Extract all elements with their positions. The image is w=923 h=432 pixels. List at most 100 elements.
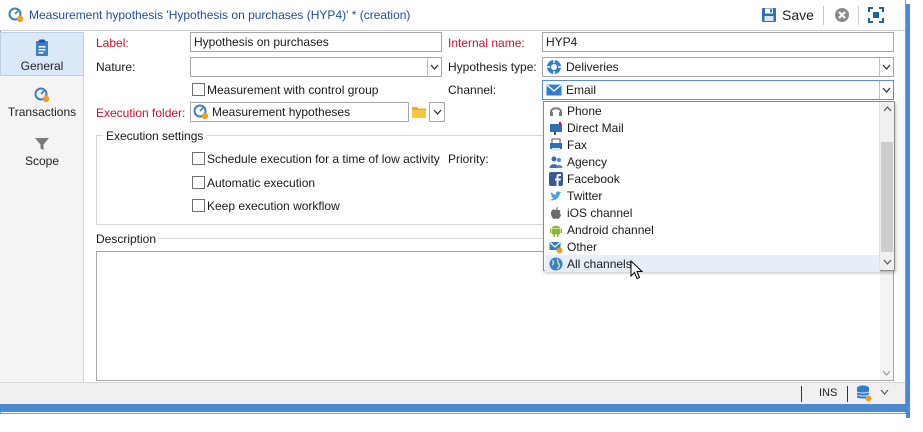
control-group-checkbox[interactable]	[192, 83, 205, 96]
channel-option-label: iOS channel	[567, 205, 633, 220]
internal-name-value: HYP4	[546, 35, 578, 49]
clipboard-icon	[36, 39, 48, 56]
description-scrollbar[interactable]	[880, 252, 893, 380]
phone-icon	[547, 102, 564, 119]
keep-workflow-checkbox[interactable]	[192, 199, 205, 212]
status-bar: INS	[0, 382, 905, 404]
fax-icon	[547, 136, 564, 153]
channel-option-fax[interactable]: Fax	[545, 136, 880, 153]
hypothesis-type-value: Deliveries	[566, 60, 619, 74]
toolbar-separator	[858, 6, 859, 25]
sidebar: General Transactions Scope	[0, 32, 84, 382]
chevron-down-icon[interactable]	[879, 58, 893, 76]
folder-dropdown-button[interactable]	[429, 102, 445, 122]
automatic-execution-label: Automatic execution	[207, 176, 316, 190]
twitter-icon	[547, 187, 564, 204]
tab-scope-label: Scope	[24, 154, 60, 168]
measurement-hypothesis-icon	[8, 7, 24, 23]
control-group-label: Measurement with control group	[207, 83, 379, 97]
title-bar: Measurement hypothesis 'Hypothesis on pu…	[0, 0, 905, 31]
internal-name-caption: Internal name:	[448, 36, 525, 50]
save-label: Save	[782, 7, 814, 23]
direct-mail-icon	[547, 119, 564, 136]
channel-caption: Channel:	[448, 83, 497, 97]
scroll-down-icon[interactable]	[880, 389, 889, 395]
channel-option-label: Phone	[567, 103, 602, 118]
dropdown-scrollbar[interactable]	[879, 102, 894, 270]
chevron-down-icon	[430, 103, 444, 121]
execution-folder-field[interactable]: Measurement hypotheses	[190, 102, 409, 122]
schedule-low-activity-checkbox[interactable]	[192, 152, 205, 165]
automatic-execution-checkbox[interactable]	[192, 176, 205, 189]
maximize-icon[interactable]	[868, 7, 884, 23]
gauge-icon	[34, 87, 50, 103]
keep-workflow-label: Keep execution workflow	[207, 199, 340, 213]
channel-option-phone[interactable]: Phone	[545, 102, 880, 119]
tab-scope[interactable]: Scope	[0, 130, 84, 174]
deliveries-icon	[547, 60, 561, 74]
scroll-down-icon[interactable]	[882, 370, 891, 376]
tab-general[interactable]: General	[0, 32, 84, 76]
status-separator	[847, 386, 848, 402]
window-frame-bottom	[0, 404, 910, 412]
facebook-icon	[547, 170, 564, 187]
chevron-up-icon[interactable]	[883, 106, 892, 112]
nature-select[interactable]	[190, 57, 442, 77]
channel-option-label: Twitter	[567, 188, 603, 203]
save-button[interactable]: Save	[761, 5, 814, 25]
description-caption: Description	[96, 232, 157, 246]
channel-option-ios[interactable]: iOS channel	[545, 204, 880, 221]
channel-option-twitter[interactable]: Twitter	[545, 187, 880, 204]
channel-option-label: Android channel	[567, 222, 654, 237]
channel-option-label: Fax	[567, 137, 588, 152]
filter-icon	[35, 138, 49, 150]
label-value: Hypothesis on purchases	[194, 35, 329, 49]
chevron-down-icon[interactable]	[879, 81, 893, 99]
nature-caption: Nature:	[96, 60, 136, 74]
channel-option-label: Facebook	[567, 171, 620, 186]
channel-option-android[interactable]: Android channel	[545, 221, 880, 238]
channel-option-agency[interactable]: Agency	[545, 153, 880, 170]
channel-option-facebook[interactable]: Facebook	[545, 170, 880, 187]
window-frame-right	[906, 4, 910, 418]
label-field[interactable]: Hypothesis on purchases	[190, 32, 442, 52]
channel-option-label: All channels	[567, 256, 632, 271]
folder-icon[interactable]	[411, 105, 427, 119]
execution-settings-title: Execution settings	[103, 129, 207, 143]
description-divider	[158, 238, 546, 239]
schedule-low-activity-label: Schedule execution for a time of low act…	[207, 152, 440, 166]
database-icon[interactable]	[856, 385, 872, 402]
chevron-down-icon[interactable]	[883, 259, 892, 265]
channel-select[interactable]: Email	[542, 80, 894, 100]
channel-option-label: Other	[567, 239, 598, 254]
hypothesis-type-select[interactable]: Deliveries	[542, 57, 894, 77]
channel-dropdown-list: Phone Direct Mail Fax Agency Facebook Tw…	[543, 101, 895, 272]
window-title: Measurement hypothesis 'Hypothesis on pu…	[29, 8, 411, 22]
floppy-disk-icon	[762, 8, 776, 22]
ins-indicator: INS	[819, 387, 838, 399]
execution-folder-value: Measurement hypotheses	[212, 105, 351, 119]
mouse-cursor-icon	[630, 260, 643, 280]
apple-icon	[547, 204, 564, 221]
internal-name-field[interactable]: HYP4	[542, 32, 894, 52]
channel-option-other[interactable]: Other	[545, 238, 880, 255]
execution-folder-caption: Execution folder:	[96, 106, 186, 120]
hypothesis-type-caption: Hypothesis type:	[448, 60, 537, 74]
channel-option-all[interactable]: All channels	[545, 255, 880, 272]
chevron-down-icon[interactable]	[427, 58, 441, 76]
channel-value: Email	[566, 83, 597, 97]
toolbar-separator	[823, 6, 824, 25]
globe-icon	[547, 255, 564, 272]
cancel-icon[interactable]	[834, 7, 850, 23]
measurement-folder-icon	[193, 104, 209, 120]
channel-option-direct-mail[interactable]: Direct Mail	[545, 119, 880, 136]
channel-option-label: Direct Mail	[567, 120, 624, 135]
tab-general-label: General	[20, 59, 64, 73]
label-caption: Label:	[96, 36, 129, 50]
channel-option-label: Agency	[567, 154, 608, 169]
other-channel-icon	[547, 238, 564, 255]
status-separator	[801, 386, 802, 402]
tab-transactions[interactable]: Transactions	[0, 81, 84, 125]
agency-icon	[547, 153, 564, 170]
dropdown-scroll-thumb[interactable]	[881, 142, 893, 252]
